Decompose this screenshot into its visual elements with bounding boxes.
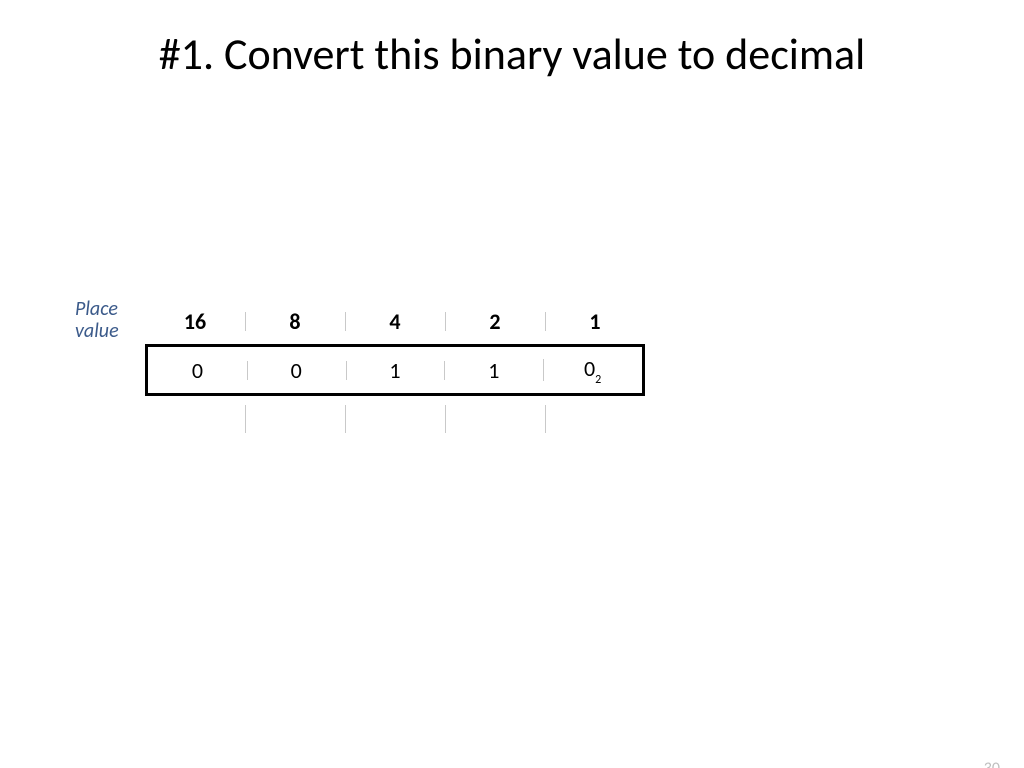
- empty-cell: [445, 401, 545, 437]
- digit-cell: 0: [148, 357, 247, 384]
- digit-value: 0: [584, 355, 595, 382]
- place-cell: 16: [145, 308, 245, 335]
- row-label-line2: value: [75, 319, 119, 343]
- digit-cell: 0: [247, 357, 346, 384]
- empty-cell: [145, 401, 245, 437]
- place-cell: 8: [245, 308, 345, 335]
- slide-title: #1. Convert this binary value to decimal: [0, 28, 1024, 81]
- empty-cell: [245, 401, 345, 437]
- empty-cell: [545, 401, 645, 437]
- page-number: 30: [984, 759, 1000, 768]
- place-cell: 4: [345, 308, 445, 335]
- digit-cell-last: 02: [543, 355, 642, 385]
- value-grid: 16 8 4 2 1 0 0 1 1 02: [145, 298, 645, 442]
- place-cell: 2: [445, 308, 545, 335]
- empty-cell: [345, 401, 445, 437]
- digit-cell: 1: [444, 357, 543, 384]
- empty-row: [145, 396, 645, 442]
- row-label: Place value: [75, 298, 145, 342]
- digit-cell: 1: [346, 357, 445, 384]
- base-subscript: 2: [595, 372, 601, 387]
- binary-digits-row: 0 0 1 1 02: [145, 344, 645, 396]
- place-cell: 1: [545, 308, 645, 335]
- place-value-row: 16 8 4 2 1: [145, 298, 645, 344]
- row-label-line1: Place: [75, 297, 118, 321]
